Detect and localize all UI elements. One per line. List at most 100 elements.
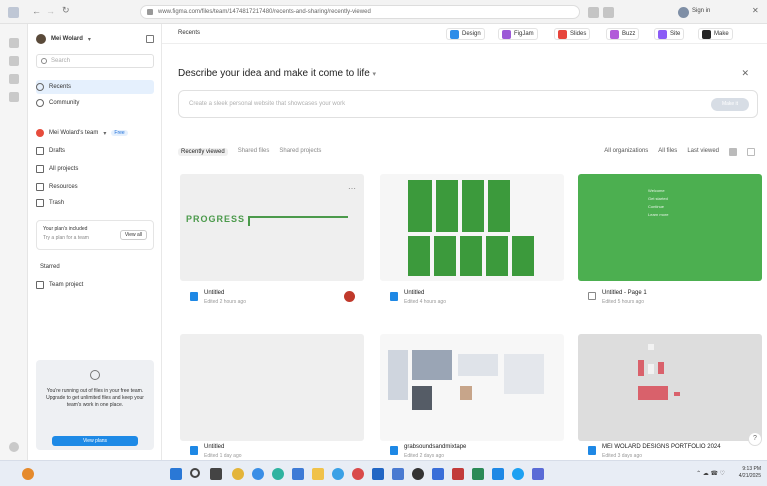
sidebar-item-starred[interactable]: Team project — [36, 278, 154, 292]
app-icon[interactable] — [412, 468, 424, 480]
file-card[interactable]: Untitled Edited 4 hours ago — [380, 174, 564, 324]
file-meta: Edited 3 days ago — [602, 453, 643, 459]
screen-mockup — [408, 180, 432, 232]
refresh-icon[interactable]: ↻ — [62, 5, 70, 16]
view-plans-button[interactable]: View plans — [52, 436, 138, 446]
design-file-icon — [190, 446, 198, 455]
task-view-icon[interactable] — [210, 468, 222, 480]
clock[interactable]: 9:13 PM 4/21/2025 — [739, 466, 761, 480]
page-title: Recents — [178, 30, 201, 36]
settings-icon[interactable] — [9, 442, 19, 452]
sidebar-item-label: Trash — [49, 200, 65, 206]
outlook-icon[interactable] — [372, 468, 384, 480]
extensions-icon[interactable] — [588, 7, 599, 18]
owner-avatar — [344, 291, 355, 302]
grid-view-icon[interactable] — [729, 148, 737, 156]
address-bar[interactable]: www.figma.com/files/team/1474817217480/r… — [140, 5, 580, 19]
team-switcher[interactable]: Mei Wolard's team ▾ Free — [36, 126, 154, 140]
file-name: Untitled — [404, 290, 425, 296]
close-icon[interactable]: ✕ — [741, 68, 749, 79]
app-icon[interactable] — [492, 468, 504, 480]
view-all-button[interactable]: View all — [119, 230, 147, 240]
store-icon[interactable] — [292, 468, 304, 480]
design-icon — [450, 29, 459, 39]
app-icon[interactable] — [472, 468, 484, 480]
account-switcher[interactable]: Mei Wolard ▾ — [36, 32, 154, 46]
file-card[interactable]: Untitled Edited 1 day ago — [180, 334, 364, 460]
start-icon[interactable] — [170, 468, 182, 480]
search-icon[interactable] — [190, 468, 200, 478]
search-input[interactable]: Search — [36, 54, 154, 68]
chip-label: Site — [670, 31, 681, 37]
file-explorer-icon[interactable] — [312, 468, 324, 480]
new-figjam-chip[interactable]: FigJam — [498, 28, 538, 40]
sidebar-item-recents[interactable]: Recents — [36, 80, 154, 94]
help-icon[interactable]: ? — [748, 432, 762, 446]
downloads-icon[interactable] — [9, 92, 19, 102]
app-icon[interactable] — [252, 468, 264, 480]
photos-icon[interactable] — [392, 468, 404, 480]
file-type-filter[interactable]: All files — [658, 148, 677, 156]
globe-icon — [36, 99, 44, 107]
tab-shared-files[interactable]: Shared files — [238, 148, 270, 156]
storage-warning-text: You're running out of files in your free… — [46, 388, 144, 408]
sidebar-toggle-icon[interactable] — [146, 35, 154, 43]
tab-actions-icon[interactable] — [8, 7, 19, 18]
sidebar-item-label: Team project — [49, 282, 84, 288]
new-buzz-chip[interactable]: Buzz — [606, 28, 640, 40]
widgets-icon[interactable] — [22, 468, 34, 480]
prompt-heading: Describe your idea and make it come to l… — [178, 68, 376, 79]
app-icon[interactable] — [332, 468, 344, 480]
sidebar-item-all-projects[interactable]: All projects — [36, 162, 154, 176]
tab-shared-projects[interactable]: Shared projects — [279, 148, 321, 156]
new-site-chip[interactable]: Site — [654, 28, 685, 40]
history-icon[interactable] — [9, 74, 19, 84]
prompt-input[interactable]: Create a sleek personal website that sho… — [178, 90, 758, 118]
screen-mockup — [462, 180, 484, 232]
sidebar-item-label: Drafts — [49, 148, 66, 154]
system-tray[interactable]: ⌃ ☁ ☎ ♡ — [696, 470, 725, 477]
grid-icon — [36, 165, 44, 173]
page-mockup — [648, 364, 654, 374]
new-slides-chip[interactable]: Slides — [554, 28, 591, 40]
favorites-icon[interactable] — [603, 7, 614, 18]
new-design-chip[interactable]: Design — [446, 28, 485, 40]
tab-recently-viewed[interactable]: Recently viewed — [178, 148, 228, 156]
app-icon[interactable] — [452, 468, 464, 480]
sidebar-item-community[interactable]: Community — [36, 96, 154, 110]
profile-avatar-icon[interactable] — [678, 7, 689, 18]
app-icon[interactable] — [532, 468, 544, 480]
app-icon[interactable] — [352, 468, 364, 480]
chevron-down-icon[interactable]: ▾ — [373, 71, 377, 78]
sort-filter[interactable]: Last viewed — [687, 148, 719, 156]
app-icon[interactable] — [512, 468, 524, 480]
app-icon[interactable] — [432, 468, 444, 480]
list-view-icon[interactable] — [747, 148, 755, 156]
sidebar-item-trash[interactable]: Trash — [36, 196, 154, 210]
plan-badge: Free — [111, 130, 128, 136]
collections-icon[interactable] — [9, 56, 19, 66]
file-card[interactable]: MEI WOLARD DESIGNS PORTFOLIO 2024 Edited… — [578, 334, 762, 460]
file-card[interactable]: Welcome Get started Continue Learn more … — [578, 174, 762, 324]
sidebar-item-drafts[interactable]: Drafts — [36, 144, 154, 158]
file-card[interactable]: PROGRESS ⋯ Untitled Edited 2 hours ago — [180, 174, 364, 324]
clock-icon — [36, 83, 44, 91]
new-make-chip[interactable]: Make — [698, 28, 733, 40]
sidebar-item-resources[interactable]: Resources — [36, 180, 154, 194]
profile-label[interactable]: Sign in — [692, 8, 710, 14]
more-options-icon[interactable]: ⋯ — [348, 184, 356, 193]
chrome-icon[interactable] — [232, 468, 244, 480]
tabs-icon[interactable] — [9, 38, 19, 48]
organization-filter[interactable]: All organizations — [604, 148, 648, 156]
make-button[interactable]: Make it — [711, 98, 749, 111]
close-window-icon[interactable]: ✕ — [752, 6, 759, 15]
page-mockup — [458, 354, 498, 376]
forward-icon[interactable]: → — [46, 6, 55, 16]
edge-icon[interactable] — [272, 468, 284, 480]
upgrade-subtitle: Try a plan for a team — [43, 235, 89, 241]
upgrade-card: Your plan's included Try a plan for a te… — [36, 220, 154, 250]
back-icon[interactable]: ← — [32, 6, 41, 16]
avatar — [36, 34, 46, 44]
screen-mockup — [512, 236, 534, 276]
file-card[interactable]: grabsoundsandmixtape Edited 2 days ago — [380, 334, 564, 460]
